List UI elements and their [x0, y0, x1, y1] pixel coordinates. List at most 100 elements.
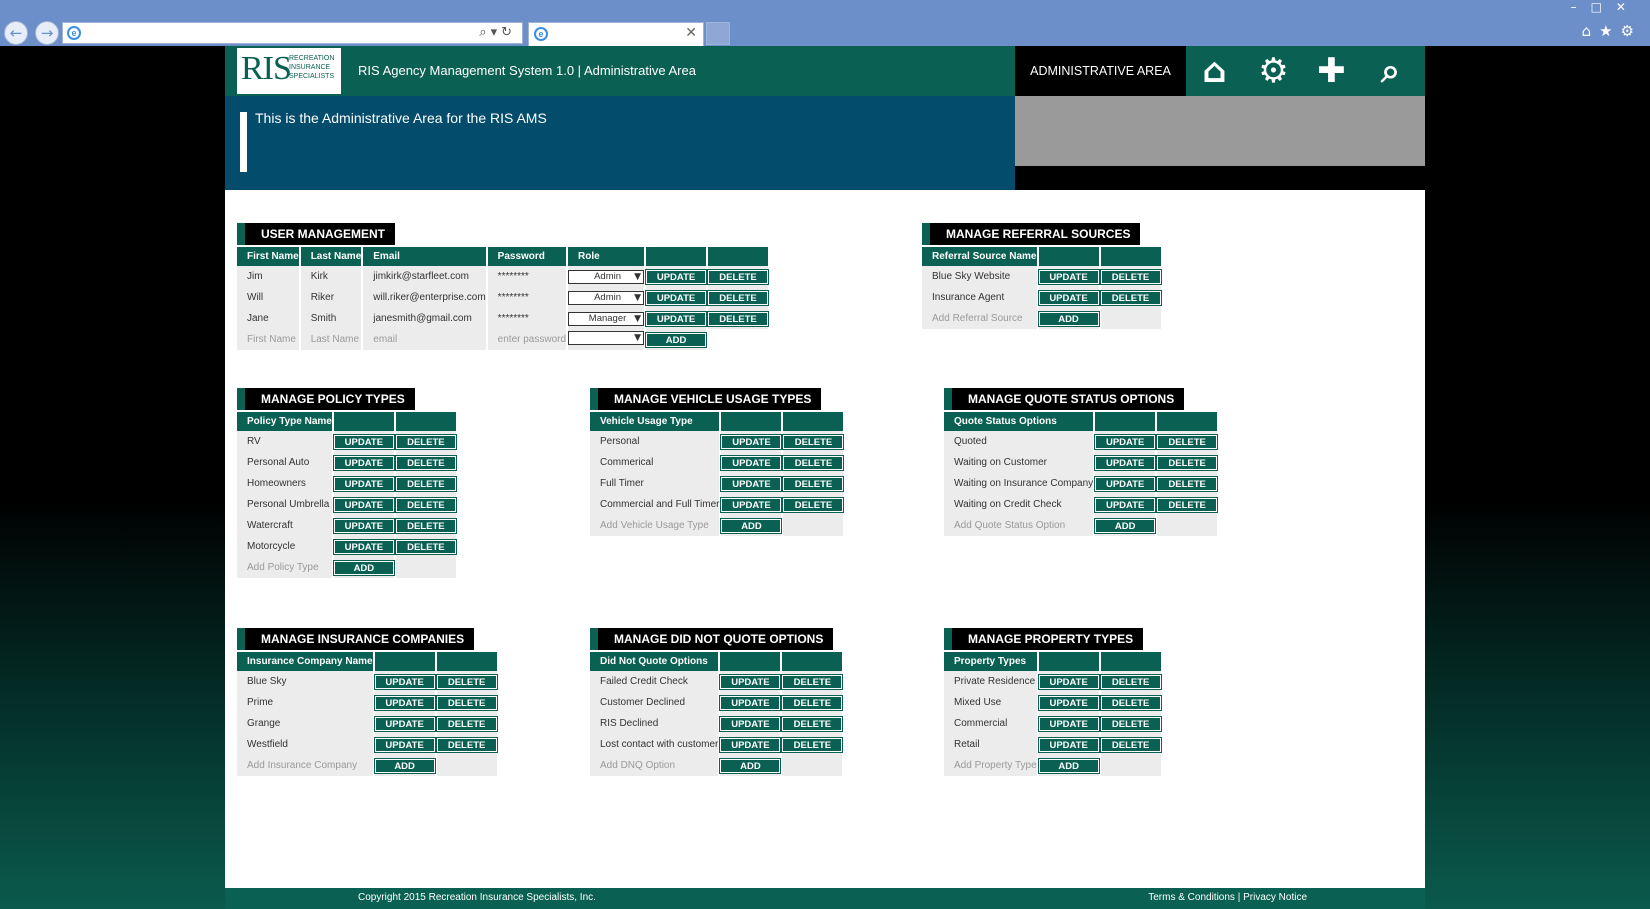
update-button[interactable]: UPDATE: [720, 496, 783, 513]
delete-button[interactable]: DELETE: [1156, 475, 1219, 492]
delete-button[interactable]: DELETE: [707, 289, 770, 306]
update-button[interactable]: UPDATE: [719, 736, 782, 753]
first-name-field[interactable]: Will: [237, 287, 299, 308]
delete-button[interactable]: DELETE: [1099, 694, 1162, 711]
update-button[interactable]: UPDATE: [1037, 736, 1100, 753]
role-select[interactable]: Admin ▼: [568, 290, 645, 305]
item-name[interactable]: Waiting on Customer: [944, 452, 1094, 473]
item-name[interactable]: Private Residence: [944, 671, 1037, 692]
item-name[interactable]: Blue Sky Website: [922, 266, 1037, 287]
privacy-link[interactable]: Privacy Notice: [1243, 892, 1307, 903]
update-button[interactable]: UPDATE: [373, 715, 436, 732]
item-name[interactable]: Watercraft: [237, 515, 332, 536]
update-button[interactable]: UPDATE: [1037, 673, 1100, 690]
delete-button[interactable]: DELETE: [782, 496, 845, 513]
update-button[interactable]: UPDATE: [1037, 694, 1100, 711]
item-name[interactable]: Grange: [237, 713, 373, 734]
update-button[interactable]: UPDATE: [720, 475, 783, 492]
delete-button[interactable]: DELETE: [781, 715, 844, 732]
item-name[interactable]: Failed Credit Check: [590, 671, 719, 692]
update-button[interactable]: UPDATE: [332, 475, 395, 492]
window-controls[interactable]: –□✕: [1571, 0, 1640, 14]
update-button[interactable]: UPDATE: [1037, 268, 1100, 285]
delete-button[interactable]: DELETE: [781, 694, 844, 711]
item-name[interactable]: Prime: [237, 692, 373, 713]
update-button[interactable]: UPDATE: [1094, 475, 1157, 492]
update-button[interactable]: UPDATE: [373, 736, 436, 753]
add-item-input[interactable]: Add Property Type: [944, 755, 1037, 776]
add-item-input[interactable]: Add Policy Type: [237, 557, 332, 578]
terms-link[interactable]: Terms & Conditions: [1148, 892, 1235, 903]
update-button[interactable]: UPDATE: [719, 715, 782, 732]
delete-button[interactable]: DELETE: [707, 268, 770, 285]
update-button[interactable]: UPDATE: [719, 673, 782, 690]
item-name[interactable]: RV: [237, 431, 332, 452]
role-select[interactable]: Admin ▼: [568, 269, 645, 284]
delete-button[interactable]: DELETE: [394, 454, 457, 471]
forward-arrow-icon[interactable]: →: [35, 21, 59, 45]
add-button[interactable]: ADD: [719, 757, 782, 774]
item-name[interactable]: Blue Sky: [237, 671, 373, 692]
delete-button[interactable]: DELETE: [1156, 433, 1219, 450]
item-name[interactable]: Commerical: [590, 452, 720, 473]
update-button[interactable]: UPDATE: [645, 289, 708, 306]
search-icon[interactable]: ⌕: [1362, 46, 1419, 96]
delete-button[interactable]: DELETE: [1099, 736, 1162, 753]
role-select[interactable]: ▼: [568, 331, 645, 345]
role-select[interactable]: Manager ▼: [568, 311, 645, 326]
password-input[interactable]: enter password: [487, 329, 567, 350]
delete-button[interactable]: DELETE: [435, 673, 498, 690]
delete-button[interactable]: DELETE: [435, 736, 498, 753]
item-name[interactable]: Customer Declined: [590, 692, 719, 713]
email-field[interactable]: jimkirk@starfleet.com: [363, 266, 486, 287]
delete-button[interactable]: DELETE: [781, 673, 844, 690]
plus-icon[interactable]: ✚: [1303, 46, 1360, 96]
add-button[interactable]: ADD: [373, 757, 436, 774]
back-arrow-icon[interactable]: ←: [4, 21, 28, 45]
password-field[interactable]: ********: [487, 287, 567, 308]
delete-button[interactable]: DELETE: [394, 433, 457, 450]
update-button[interactable]: UPDATE: [332, 538, 395, 555]
item-name[interactable]: Personal Umbrella: [237, 494, 332, 515]
address-bar[interactable]: e ⌕▾↻: [62, 22, 523, 44]
update-button[interactable]: UPDATE: [1037, 715, 1100, 732]
add-button[interactable]: ADD: [1037, 310, 1100, 327]
last-name-field[interactable]: Kirk: [300, 266, 362, 287]
update-button[interactable]: UPDATE: [332, 517, 395, 534]
update-button[interactable]: UPDATE: [332, 454, 395, 471]
browser-tab[interactable]: e ✕: [528, 22, 704, 46]
delete-button[interactable]: DELETE: [707, 310, 770, 327]
delete-button[interactable]: DELETE: [394, 496, 457, 513]
item-name[interactable]: Westfield: [237, 734, 373, 755]
update-button[interactable]: UPDATE: [719, 694, 782, 711]
item-name[interactable]: Personal: [590, 431, 720, 452]
delete-button[interactable]: DELETE: [782, 454, 845, 471]
item-name[interactable]: Full Timer: [590, 473, 720, 494]
update-button[interactable]: UPDATE: [720, 433, 783, 450]
delete-button[interactable]: DELETE: [1099, 715, 1162, 732]
delete-button[interactable]: DELETE: [1156, 454, 1219, 471]
delete-button[interactable]: DELETE: [435, 694, 498, 711]
item-name[interactable]: Quoted: [944, 431, 1094, 452]
update-button[interactable]: UPDATE: [1037, 289, 1100, 306]
delete-button[interactable]: DELETE: [394, 475, 457, 492]
delete-button[interactable]: DELETE: [781, 736, 844, 753]
first-name-field[interactable]: Jim: [237, 266, 299, 287]
password-field[interactable]: ********: [487, 308, 567, 329]
add-item-input[interactable]: Add Referral Source: [922, 308, 1037, 329]
item-name[interactable]: Commercial and Full Timer: [590, 494, 720, 515]
item-name[interactable]: Homeowners: [237, 473, 332, 494]
last-name-field[interactable]: Smith: [300, 308, 362, 329]
delete-button[interactable]: DELETE: [394, 517, 457, 534]
item-name[interactable]: Waiting on Credit Check: [944, 494, 1094, 515]
delete-button[interactable]: DELETE: [1156, 496, 1219, 513]
update-button[interactable]: UPDATE: [1094, 433, 1157, 450]
item-name[interactable]: Personal Auto: [237, 452, 332, 473]
update-button[interactable]: UPDATE: [332, 433, 395, 450]
close-tab-icon[interactable]: ✕: [685, 25, 697, 41]
add-button[interactable]: ADD: [1094, 517, 1157, 534]
add-item-input[interactable]: Add Vehicle Usage Type: [590, 515, 720, 536]
delete-button[interactable]: DELETE: [782, 433, 845, 450]
first-name-field[interactable]: Jane: [237, 308, 299, 329]
add-user-button[interactable]: ADD: [645, 331, 708, 348]
